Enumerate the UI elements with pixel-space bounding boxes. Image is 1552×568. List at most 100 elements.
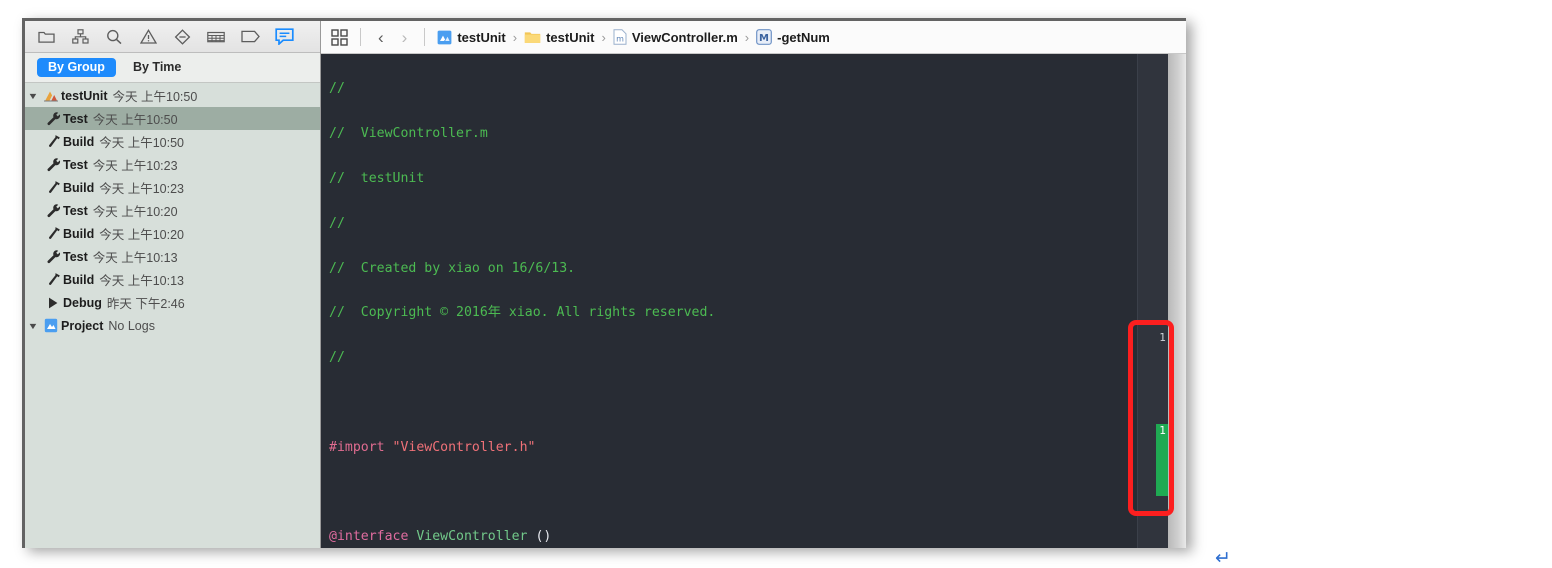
search-icon[interactable] <box>103 27 125 47</box>
chevron-down-icon[interactable]: ▼ <box>25 321 43 331</box>
debug-grid-icon[interactable] <box>205 27 227 47</box>
log-row-title: Test <box>63 111 88 126</box>
breadcrumb-label: ViewController.m <box>631 29 738 45</box>
breadcrumb: testUnit › testUnit › m ViewController.m… <box>437 29 830 45</box>
code-token: // <box>329 350 345 366</box>
code-line: @interface ViewController () <box>329 526 1186 548</box>
navigate-forward-button[interactable]: › <box>397 29 413 46</box>
code-text[interactable]: // // ViewController.m // testUnit // //… <box>321 54 1186 548</box>
jump-bar-divider-2 <box>424 28 426 46</box>
log-group-status: No Logs <box>108 318 155 333</box>
scope-by-group-button[interactable]: By Group <box>37 57 116 78</box>
code-line: // Copyright © 2016年 xiao. All rights re… <box>329 302 1186 324</box>
log-row-title: Build <box>63 272 95 287</box>
log-row-build-1050[interactable]: Build 今天 上午10:50 <box>25 130 320 153</box>
wrench-icon <box>43 249 63 264</box>
log-row-timestamp: 今天 上午10:20 <box>99 228 185 242</box>
breadcrumb-label: testUnit <box>457 29 506 45</box>
scope-by-time-button[interactable]: By Time <box>122 58 192 78</box>
editor-vertical-scrollbar[interactable] <box>1168 54 1186 548</box>
code-line: // <box>329 78 1186 100</box>
navigate-back-button[interactable]: ‹ <box>373 29 389 46</box>
log-row-title: Build <box>63 226 95 241</box>
svg-text:m: m <box>616 34 624 43</box>
log-row-debug[interactable]: Debug 昨天 下午2:46 <box>25 291 320 314</box>
hammer-icon <box>43 272 63 287</box>
jump-bar: ‹ › testUnit › testUnit › m ViewControll… <box>321 21 1186 54</box>
editor-pane: ‹ › testUnit › testUnit › m ViewControll… <box>321 21 1186 548</box>
related-items-icon[interactable] <box>331 28 348 46</box>
log-row-test-1023[interactable]: Test 今天 上午10:23 <box>25 153 320 176</box>
log-group-title: Project <box>61 318 104 333</box>
code-token: "ViewController.h" <box>392 439 536 455</box>
folder-yellow-icon <box>524 30 541 44</box>
log-row-title: Build <box>63 134 95 149</box>
log-row-test-1013[interactable]: Test 今天 上午10:13 <box>25 245 320 268</box>
log-row-title: Debug <box>63 295 102 310</box>
log-row-title: Test <box>63 249 88 264</box>
warning-icon[interactable] <box>137 27 159 47</box>
log-row-timestamp: 今天 上午10:23 <box>99 182 185 196</box>
navigator-toolbar <box>25 21 320 53</box>
code-token: #import <box>329 439 393 455</box>
log-group-title: testUnit <box>61 88 108 103</box>
chevron-right-icon: › <box>601 29 606 45</box>
report-log-list[interactable]: ▼ testUnit 今天 上午10:50 Test 今天 上午10:50 Bu… <box>25 83 320 548</box>
wrench-icon <box>43 111 63 126</box>
breadcrumb-item-method[interactable]: M -getNum <box>756 29 830 45</box>
log-row-test-1050[interactable]: Test 今天 上午10:50 <box>25 107 320 130</box>
scope-filter-bar: By Group By Time <box>25 53 320 83</box>
log-group-testunit[interactable]: ▼ testUnit 今天 上午10:50 <box>25 84 320 107</box>
hierarchy-icon[interactable] <box>69 27 91 47</box>
log-group-project[interactable]: ▼ Project No Logs <box>25 314 320 337</box>
coverage-count: 1 <box>1159 332 1166 344</box>
breadcrumb-item-project[interactable]: testUnit <box>437 29 506 45</box>
log-group-timestamp: 今天 上午10:50 <box>112 90 198 104</box>
xcode-project-icon <box>41 89 61 103</box>
source-code-editor[interactable]: // // ViewController.m // testUnit // //… <box>321 54 1186 548</box>
hammer-icon <box>43 134 63 149</box>
test-diamond-icon[interactable] <box>171 27 193 47</box>
log-row-timestamp: 今天 上午10:13 <box>99 274 185 288</box>
report-chat-icon[interactable] <box>273 27 295 47</box>
log-row-timestamp: 今天 上午10:50 <box>99 136 185 150</box>
blue-doc-icon <box>41 318 61 333</box>
code-line: // testUnit <box>329 168 1186 190</box>
wrench-icon <box>43 203 63 218</box>
log-row-timestamp: 今天 上午10:23 <box>92 159 178 173</box>
chevron-down-icon[interactable]: ▼ <box>25 91 43 101</box>
xcode-project-icon <box>437 30 452 45</box>
log-row-build-1020[interactable]: Build 今天 上午10:20 <box>25 222 320 245</box>
code-token: @interface <box>329 529 417 545</box>
wrench-icon <box>43 157 63 172</box>
code-coverage-gutter[interactable]: 1 1 <box>1137 54 1168 548</box>
code-token: // Created by xiao on 16/6/13. <box>329 260 576 276</box>
breadcrumb-label: testUnit <box>546 29 595 45</box>
folder-icon[interactable] <box>35 27 57 47</box>
coverage-count: 1 <box>1159 425 1166 437</box>
jump-bar-divider-1 <box>360 28 361 46</box>
xcode-window: By Group By Time ▼ testUnit 今天 上午10:50 T… <box>22 18 1186 548</box>
log-row-build-1013[interactable]: Build 今天 上午10:13 <box>25 268 320 291</box>
chevron-right-icon: › <box>744 29 750 45</box>
breadcrumb-item-file[interactable]: m ViewController.m <box>613 29 738 45</box>
log-row-timestamp: 今天 上午10:13 <box>92 251 178 265</box>
breadcrumb-item-folder[interactable]: testUnit <box>524 30 594 45</box>
log-row-build-1023[interactable]: Build 今天 上午10:23 <box>25 176 320 199</box>
play-icon <box>43 296 63 310</box>
chevron-right-icon: › <box>512 29 518 45</box>
code-token: // testUnit <box>329 171 425 186</box>
log-row-timestamp: 今天 上午10:20 <box>92 205 178 219</box>
code-line: // <box>329 347 1186 369</box>
return-key-icon: ↵ <box>1215 548 1231 568</box>
log-row-title: Build <box>63 180 95 195</box>
breadcrumb-label: -getNum <box>777 29 830 45</box>
navigator-sidebar: By Group By Time ▼ testUnit 今天 上午10:50 T… <box>25 21 321 548</box>
log-row-timestamp: 今天 上午10:50 <box>92 113 178 127</box>
log-row-title: Test <box>63 157 88 172</box>
tag-icon[interactable] <box>239 27 261 47</box>
log-row-test-1020[interactable]: Test 今天 上午10:20 <box>25 199 320 222</box>
hammer-icon <box>43 226 63 241</box>
